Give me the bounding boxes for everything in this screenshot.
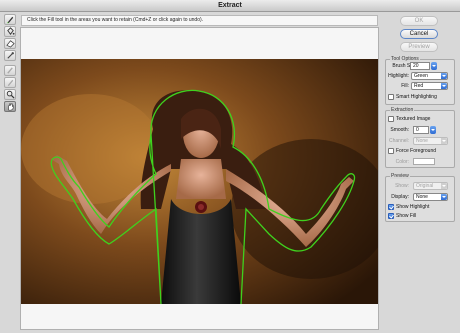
chevron-down-icon	[441, 83, 447, 89]
hand-icon	[7, 103, 13, 111]
fill-label: Fill:	[401, 83, 409, 89]
edge-touchup-icon	[7, 79, 13, 87]
cleanup-tool[interactable]	[4, 65, 16, 76]
fill-value: Red	[414, 83, 424, 89]
display-label: Display:	[391, 194, 409, 200]
highlight-select[interactable]: Green	[411, 72, 448, 80]
smart-highlighting-label: Smart Highlighting	[396, 94, 437, 100]
show-fill-checkbox[interactable]	[388, 213, 394, 219]
brush-size-field[interactable]: 20	[410, 62, 430, 70]
extraction-title: Extraction	[390, 107, 415, 113]
show-highlight-checkbox[interactable]	[388, 204, 394, 210]
photo-woman-image	[21, 59, 378, 304]
eyedropper-icon	[6, 52, 14, 59]
smooth-stepper[interactable]	[430, 126, 436, 134]
zoom-icon	[6, 90, 15, 99]
window-title: Extract	[0, 0, 460, 12]
channel-label: Channel:	[388, 138, 409, 144]
highlight-value: Green	[414, 73, 428, 79]
show-select[interactable]: Original	[413, 182, 448, 190]
display-value: None	[416, 194, 428, 200]
show-fill-label: Show Fill	[396, 213, 417, 219]
edge-touchup-tool[interactable]	[4, 77, 16, 88]
force-foreground-label: Force Foreground	[396, 148, 437, 154]
cleanup-tool-icon	[6, 67, 13, 74]
fill-bucket-icon	[6, 27, 15, 35]
display-select[interactable]: None	[413, 193, 448, 201]
channel-select[interactable]: None	[413, 137, 448, 145]
chevron-down-icon	[441, 183, 447, 189]
smooth-label: Smooth:	[390, 127, 409, 133]
eyedropper-tool[interactable]	[4, 50, 16, 61]
edge-highlighter-icon	[6, 16, 13, 24]
brush-size-stepper[interactable]	[431, 62, 437, 70]
smart-highlighting-checkbox[interactable]	[388, 94, 394, 100]
smooth-field[interactable]: 0	[413, 126, 429, 134]
toolbox	[3, 14, 17, 112]
show-highlight-label: Show Highlight	[396, 204, 430, 210]
preview-button[interactable]: Preview	[400, 42, 438, 52]
channel-value: None	[416, 138, 428, 144]
fill-select[interactable]: Red	[411, 82, 448, 90]
image-preview-canvas[interactable]	[21, 59, 378, 304]
highlight-label: Highlight:	[388, 73, 409, 79]
show-label: Show:	[395, 183, 409, 189]
textured-image-checkbox[interactable]	[388, 116, 394, 122]
show-value: Original	[416, 183, 434, 189]
color-label: Color:	[395, 159, 409, 165]
chevron-down-icon	[441, 73, 447, 79]
canvas-status-area	[20, 304, 379, 330]
eraser-icon	[5, 40, 15, 48]
force-foreground-checkbox[interactable]	[388, 148, 394, 154]
edge-highlighter-tool[interactable]	[4, 14, 16, 25]
preview-title: Preview	[390, 173, 410, 179]
ok-button[interactable]: OK	[400, 16, 438, 26]
textured-image-label: Textured Image	[396, 116, 431, 122]
instruction-text: Click the Fill tool in the areas you wan…	[21, 15, 378, 26]
chevron-down-icon	[441, 194, 447, 200]
color-swatch[interactable]	[413, 158, 435, 165]
hand-tool[interactable]	[4, 101, 16, 112]
chevron-down-icon	[441, 138, 447, 144]
cancel-button[interactable]: Cancel	[400, 29, 438, 39]
zoom-tool[interactable]	[4, 89, 16, 100]
eraser-tool[interactable]	[4, 38, 16, 49]
fill-tool[interactable]	[4, 26, 16, 37]
